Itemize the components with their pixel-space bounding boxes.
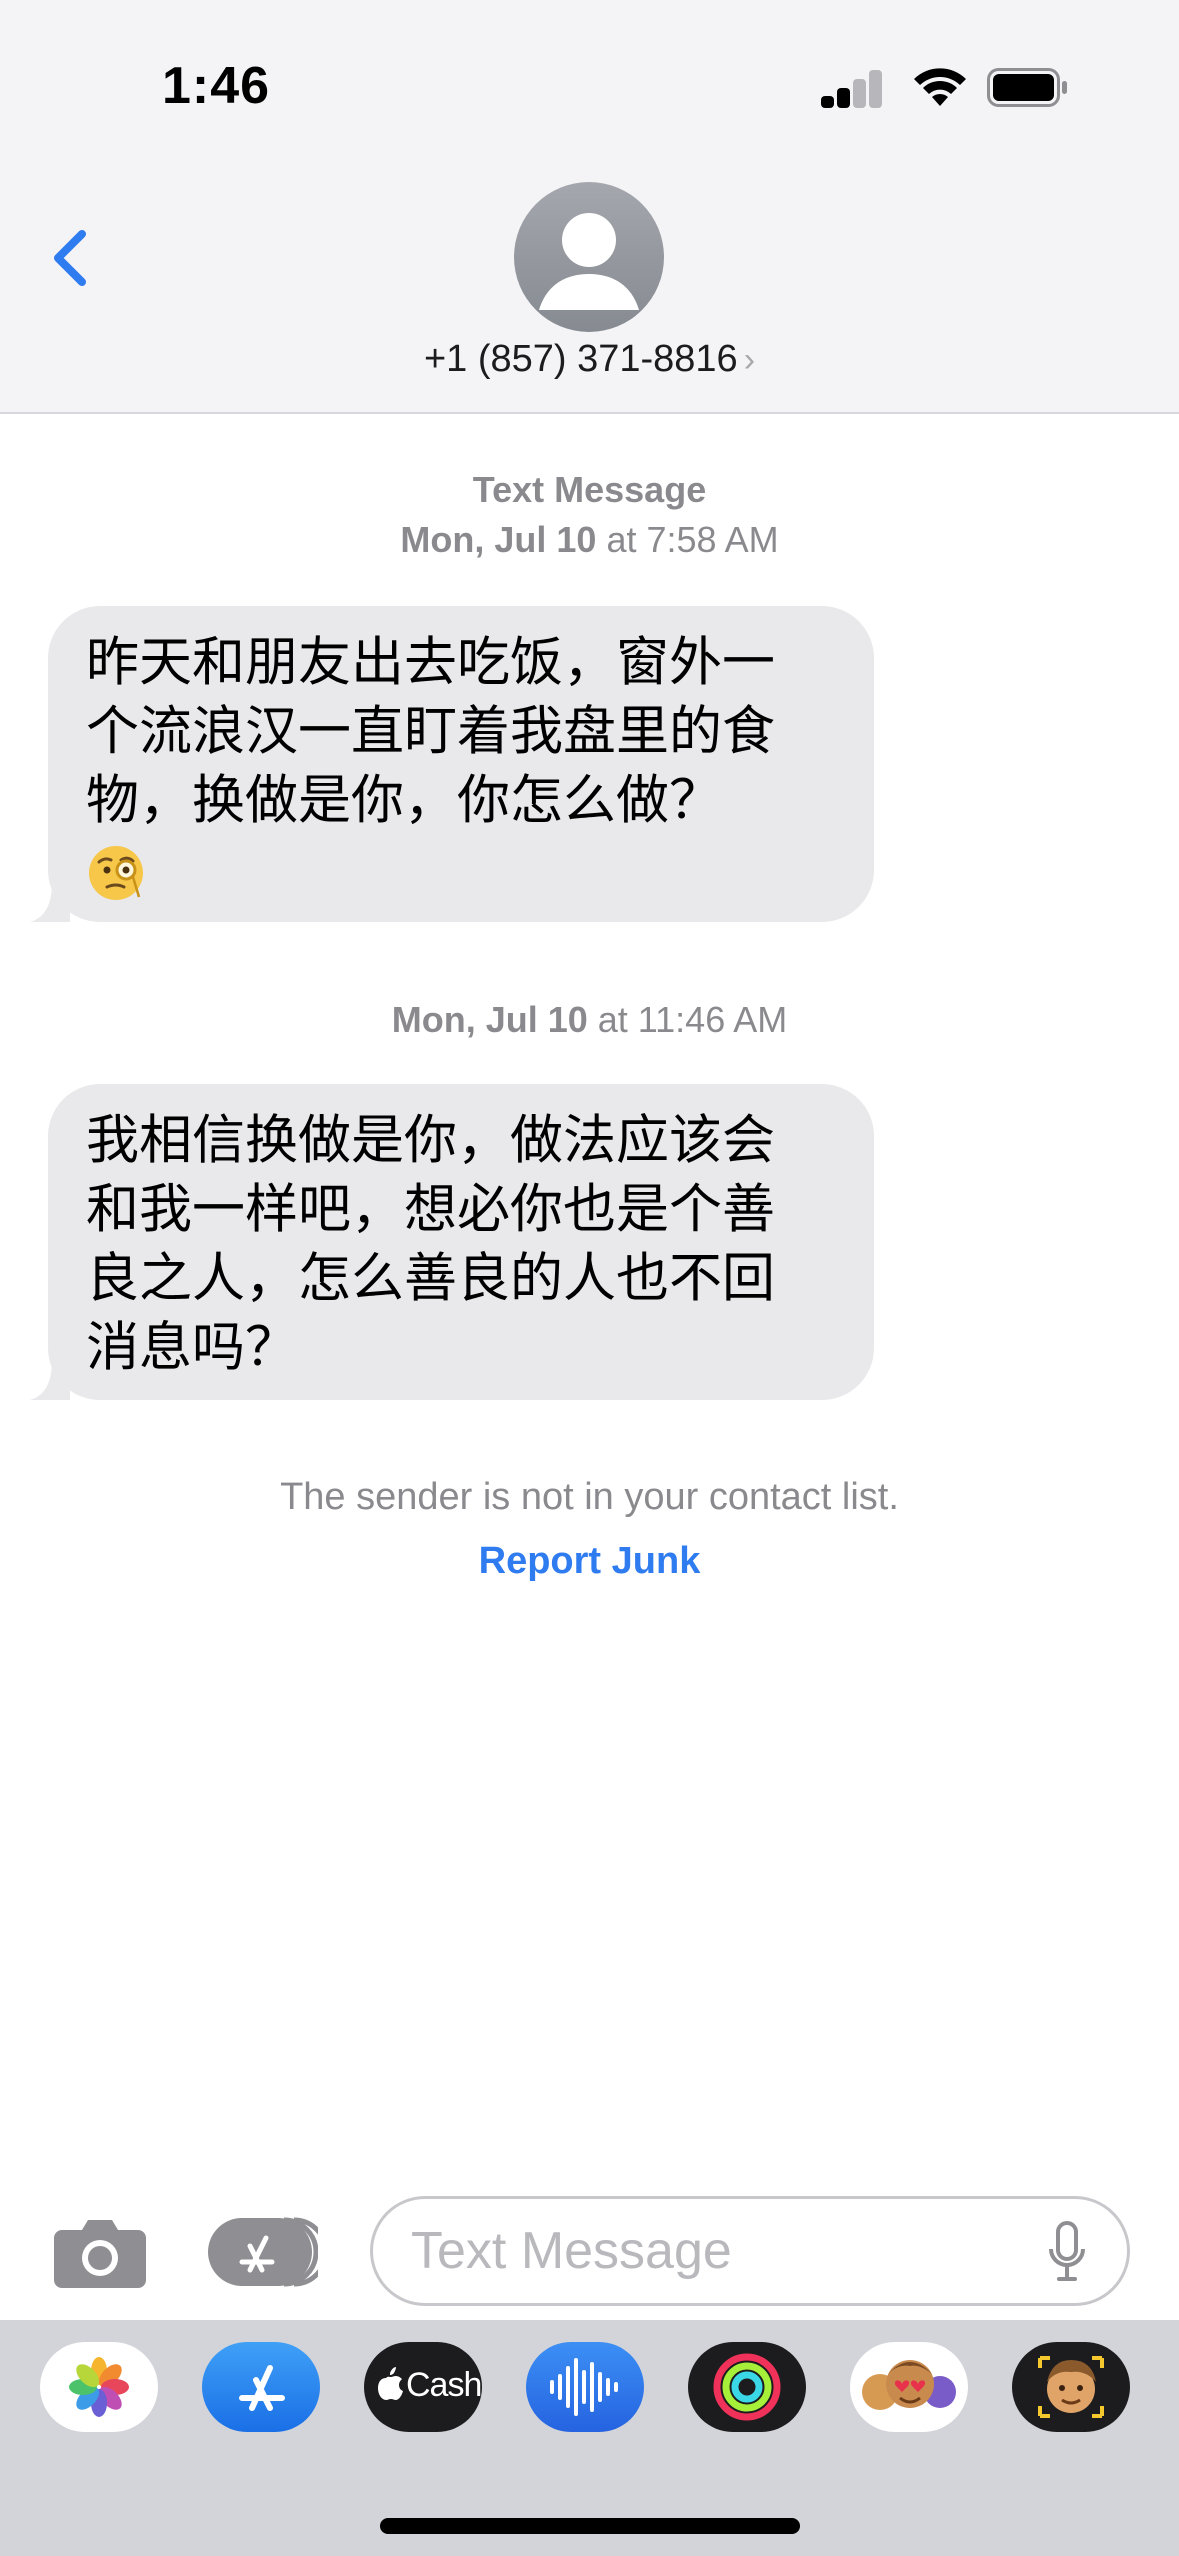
bubble-tail <box>30 882 70 922</box>
sender-notice: The sender is not in your contact list. <box>280 1476 899 1518</box>
waveform-icon <box>550 2358 618 2416</box>
timestamp-2-day: Mon, Jul 10 <box>391 999 588 1040</box>
message-1-line-4 <box>86 835 838 904</box>
message-bubble-2[interactable]: 我相信换做是你，做法应该会 和我一样吧，想必你也是个善 良之人，怎么善良的人也不… <box>30 1084 874 1400</box>
activity-icon[interactable] <box>688 2342 806 2432</box>
cash-label: Cash <box>406 2366 482 2404</box>
service-label-text: Text Message <box>472 469 707 510</box>
wifi-icon <box>914 68 966 106</box>
person-silhouette-icon <box>539 213 639 310</box>
app-store-icon[interactable] <box>202 2342 320 2432</box>
message-1-line-3: 物，换做是你，你怎么做？ <box>86 770 722 831</box>
message-2-line-3: 良之人，怎么善良的人也不回 <box>86 1248 775 1309</box>
audio-message-icon[interactable] <box>526 2342 644 2432</box>
battery-icon <box>987 68 1067 107</box>
message-input[interactable]: Text Message <box>370 2196 1130 2306</box>
timestamp-1-day: Mon, Jul 10 <box>400 519 597 560</box>
timestamp-1-time: at 7:58 AM <box>606 519 779 560</box>
photos-flower <box>69 2357 129 2417</box>
contact-number: +1 (857) 371-8816 <box>423 338 738 380</box>
memoji-icon[interactable] <box>1012 2342 1130 2432</box>
bubble-tail <box>30 1360 70 1400</box>
home-indicator[interactable] <box>380 2518 800 2534</box>
message-bubble-1[interactable]: 昨天和朋友出去吃饭，窗外一 个流浪汉一直盯着我盘里的食 物，换做是你，你怎么做？ <box>30 606 874 922</box>
message-1-line-1: 昨天和朋友出去吃饭，窗外一 <box>86 632 775 693</box>
message-2-line-1: 我相信换做是你，做法应该会 <box>86 1110 775 1171</box>
face-with-monocle-icon <box>89 846 143 901</box>
photos-icon[interactable] <box>40 2342 158 2432</box>
status-time: 1:46 <box>162 57 271 115</box>
message-2-line-4: 消息吗？ <box>86 1317 298 1378</box>
timestamp-1: Mon, Jul 10 at 7:58 AM <box>0 516 1179 564</box>
activity-rings-icon <box>713 2353 781 2421</box>
memoji-stickers-icon[interactable] <box>850 2342 968 2432</box>
report-junk-link[interactable]: Report Junk <box>0 1540 1179 1583</box>
apps-button-icon[interactable] <box>206 2216 318 2288</box>
service-label: Text Message <box>0 466 1179 514</box>
memoji-glyph <box>1038 2356 1104 2418</box>
message-input-placeholder: Text Message <box>411 2222 732 2280</box>
message-2-line-2: 和我一样吧，想必你也是个善 <box>86 1179 775 1240</box>
timestamp-2: Mon, Jul 10 at 11:46 AM <box>0 996 1179 1044</box>
contact-avatar[interactable] <box>514 182 664 332</box>
message-1-line-2: 个流浪汉一直盯着我盘里的食 <box>86 701 775 762</box>
conversation-header: 1:46 +1 (857) 371-8816 › <box>0 0 1179 414</box>
back-chevron-icon[interactable] <box>40 210 100 300</box>
memoji-stickers-glyph <box>862 2360 956 2410</box>
chevron-right-icon: › <box>743 341 756 379</box>
microphone-icon[interactable] <box>1047 2219 1087 2285</box>
timestamp-2-time: at 11:46 AM <box>597 999 788 1040</box>
apple-cash-icon[interactable]: Cash <box>364 2342 482 2432</box>
camera-icon[interactable] <box>52 2214 148 2290</box>
contact-name[interactable]: +1 (857) 371-8816 › <box>0 338 1179 381</box>
cellular-signal-icon <box>821 70 883 108</box>
app-store-glyph <box>239 2365 285 2411</box>
